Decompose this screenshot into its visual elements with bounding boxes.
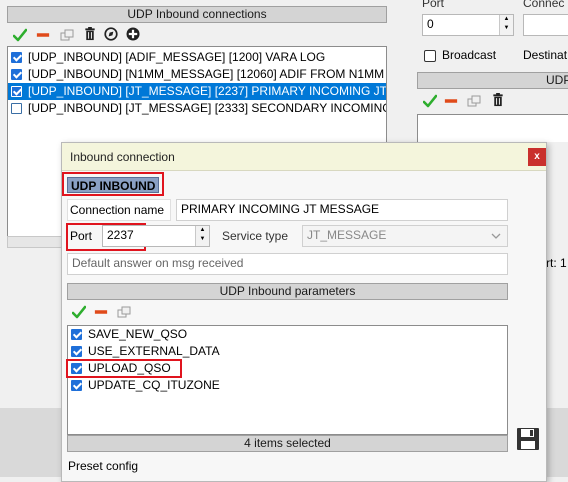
connection-name-label-box: Connection name <box>67 199 171 221</box>
checkbox[interactable] <box>11 52 22 63</box>
edit-icon[interactable] <box>104 27 118 41</box>
checkbox[interactable] <box>71 380 82 391</box>
copy-icon[interactable] <box>60 28 74 42</box>
service-type-select[interactable]: JT_MESSAGE <box>302 225 508 247</box>
checkbox[interactable] <box>71 329 82 340</box>
check-icon[interactable] <box>72 305 86 319</box>
items-selected-bar: 4 items selected <box>67 435 508 452</box>
param-label: USE_EXTERNAL_DATA <box>88 344 220 358</box>
service-type-label: Service type <box>222 229 289 243</box>
close-button[interactable]: x <box>528 148 546 166</box>
spinner-buttons[interactable]: ▲ ▼ <box>195 226 209 246</box>
param-row[interactable]: SAVE_NEW_QSO <box>68 326 507 343</box>
param-label: UPDATE_CQ_ITUZONE <box>88 378 220 392</box>
dialog-title: Inbound connection <box>70 150 175 164</box>
connection-name-value: PRIMARY INCOMING JT MESSAGE <box>181 202 380 216</box>
trash-icon[interactable] <box>83 27 97 41</box>
params-toolbar <box>67 301 508 323</box>
connection-row-label: [UDP_INBOUND] [ADIF_MESSAGE] [1200] VARA… <box>28 50 326 64</box>
check-icon[interactable] <box>13 28 27 42</box>
broadcast-checkbox[interactable] <box>424 50 436 62</box>
inbound-connection-dialog: Inbound connection x UDP INBOUND Connect… <box>61 142 547 482</box>
upload-qso-highlight <box>66 359 182 378</box>
param-label: SAVE_NEW_QSO <box>88 327 188 341</box>
remove-icon[interactable] <box>444 94 458 108</box>
remove-icon[interactable] <box>36 28 50 42</box>
add-icon[interactable] <box>126 27 140 41</box>
connection-name-label: Connection name <box>70 203 165 217</box>
params-header: UDP Inbound parameters <box>67 283 508 300</box>
destination-label: Destinat <box>523 48 568 62</box>
connect-label: Connec <box>523 0 565 10</box>
checkbox[interactable] <box>11 103 22 114</box>
default-answer-field[interactable]: Default answer on msg received <box>67 253 508 275</box>
outbound-list <box>417 114 568 142</box>
outbound-toolbar <box>417 90 568 112</box>
connection-row-label: [UDP_INBOUND] [N1MM_MESSAGE] [12060] ADI… <box>28 67 385 81</box>
connection-row[interactable]: [UDP_INBOUND] [N1MM_MESSAGE] [12060] ADI… <box>8 66 386 83</box>
connection-row-label: [UDP_INBOUND] [JT_MESSAGE] [2237] PRIMAR… <box>28 84 386 98</box>
copy-icon[interactable] <box>467 94 481 108</box>
preset-config-label: Preset config <box>68 459 139 473</box>
service-type-value: JT_MESSAGE <box>307 228 387 242</box>
udp-inbound-connections-header: UDP Inbound connections <box>7 6 387 23</box>
port-value: 2237 <box>107 228 134 242</box>
check-icon[interactable] <box>423 94 437 108</box>
remove-icon[interactable] <box>94 305 108 319</box>
status-partial: rt: 1 <box>546 256 567 270</box>
param-row[interactable]: USE_EXTERNAL_DATA <box>68 343 507 360</box>
port-label: Port <box>70 229 93 243</box>
dialog-titlebar: Inbound connection x <box>62 143 546 171</box>
connection-row[interactable]: [UDP_INBOUND] [ADIF_MESSAGE] [1200] VARA… <box>8 49 386 66</box>
checkbox[interactable] <box>11 86 22 97</box>
checkbox[interactable] <box>11 69 22 80</box>
port-spinner[interactable]: 0 ▲ ▼ <box>422 14 514 36</box>
trash-icon[interactable] <box>491 93 505 107</box>
connection-name-field[interactable]: PRIMARY INCOMING JT MESSAGE <box>176 199 508 221</box>
udp-outbound-header: UDP <box>417 72 568 89</box>
port-value: 0 <box>427 17 434 31</box>
port-label: Port <box>422 0 445 10</box>
param-row[interactable]: UPDATE_CQ_ITUZONE <box>68 377 507 394</box>
type-badge: UDP INBOUND <box>67 177 160 193</box>
connections-toolbar <box>7 24 387 46</box>
connection-row[interactable]: [UDP_INBOUND] [JT_MESSAGE] [2333] SECOND… <box>8 100 386 117</box>
default-answer-placeholder: Default answer on msg received <box>72 256 244 270</box>
checkbox[interactable] <box>71 346 82 357</box>
chevron-down-icon <box>491 233 501 239</box>
spinner-buttons[interactable]: ▲ ▼ <box>499 15 513 35</box>
params-list: SAVE_NEW_QSO USE_EXTERNAL_DATA UPLOAD_QS… <box>66 325 508 435</box>
connect-field[interactable] <box>523 14 568 36</box>
broadcast-label: Broadcast <box>442 48 497 62</box>
port-spinner[interactable]: 2237 ▲ ▼ <box>102 225 210 247</box>
connection-row-label: [UDP_INBOUND] [JT_MESSAGE] [2333] SECOND… <box>28 101 386 115</box>
copy-icon[interactable] <box>117 305 131 319</box>
connection-row-selected[interactable]: [UDP_INBOUND] [JT_MESSAGE] [2237] PRIMAR… <box>8 83 386 100</box>
save-icon[interactable] <box>516 427 540 451</box>
